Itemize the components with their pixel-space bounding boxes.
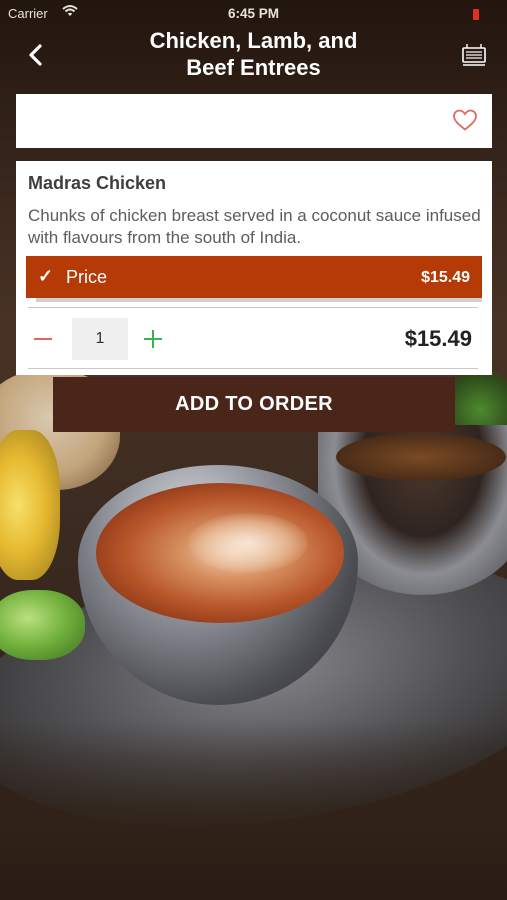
back-button[interactable] <box>22 40 52 70</box>
restaurant-menu-icon <box>462 44 486 66</box>
add-to-order-button[interactable]: ADD TO ORDER <box>53 377 455 432</box>
status-time: 6:45 PM <box>227 6 280 21</box>
decrease-quantity-button[interactable] <box>26 321 62 357</box>
quantity-value: 1 <box>95 330 105 347</box>
item-description: Chunks of chicken breast served in a coc… <box>28 206 481 247</box>
quantity-field[interactable]: 1 <box>72 318 128 360</box>
page-title-line2: Beef Entrees <box>186 55 321 80</box>
menu-item-card: Madras Chicken Chunks of chicken breast … <box>16 161 492 375</box>
menu-button[interactable] <box>461 42 487 68</box>
status-bar: Carrier 6:45 PM <box>0 0 507 28</box>
page-title-line1: Chicken, Lamb, and <box>149 28 358 53</box>
increase-quantity-button[interactable] <box>136 321 172 357</box>
divider <box>28 307 478 308</box>
price-option-selected[interactable]: ✓ Price $15.49 <box>26 256 482 298</box>
favorite-button[interactable] <box>452 108 478 132</box>
divider <box>28 368 478 369</box>
heart-outline-icon <box>453 109 477 131</box>
item-name: Madras Chicken <box>28 173 167 193</box>
battery-icon <box>473 9 479 20</box>
page-title: Chicken, Lamb, and Beef Entrees <box>120 27 387 81</box>
checkmark-icon: ✓ <box>38 266 54 286</box>
divider <box>36 298 482 302</box>
price-option-label: Price <box>66 267 108 287</box>
favorite-card <box>16 94 492 148</box>
minus-icon <box>34 338 52 340</box>
item-total-price: $15.49 <box>404 326 472 351</box>
price-option-amount: $15.49 <box>421 269 470 286</box>
chevron-left-icon <box>29 44 42 66</box>
